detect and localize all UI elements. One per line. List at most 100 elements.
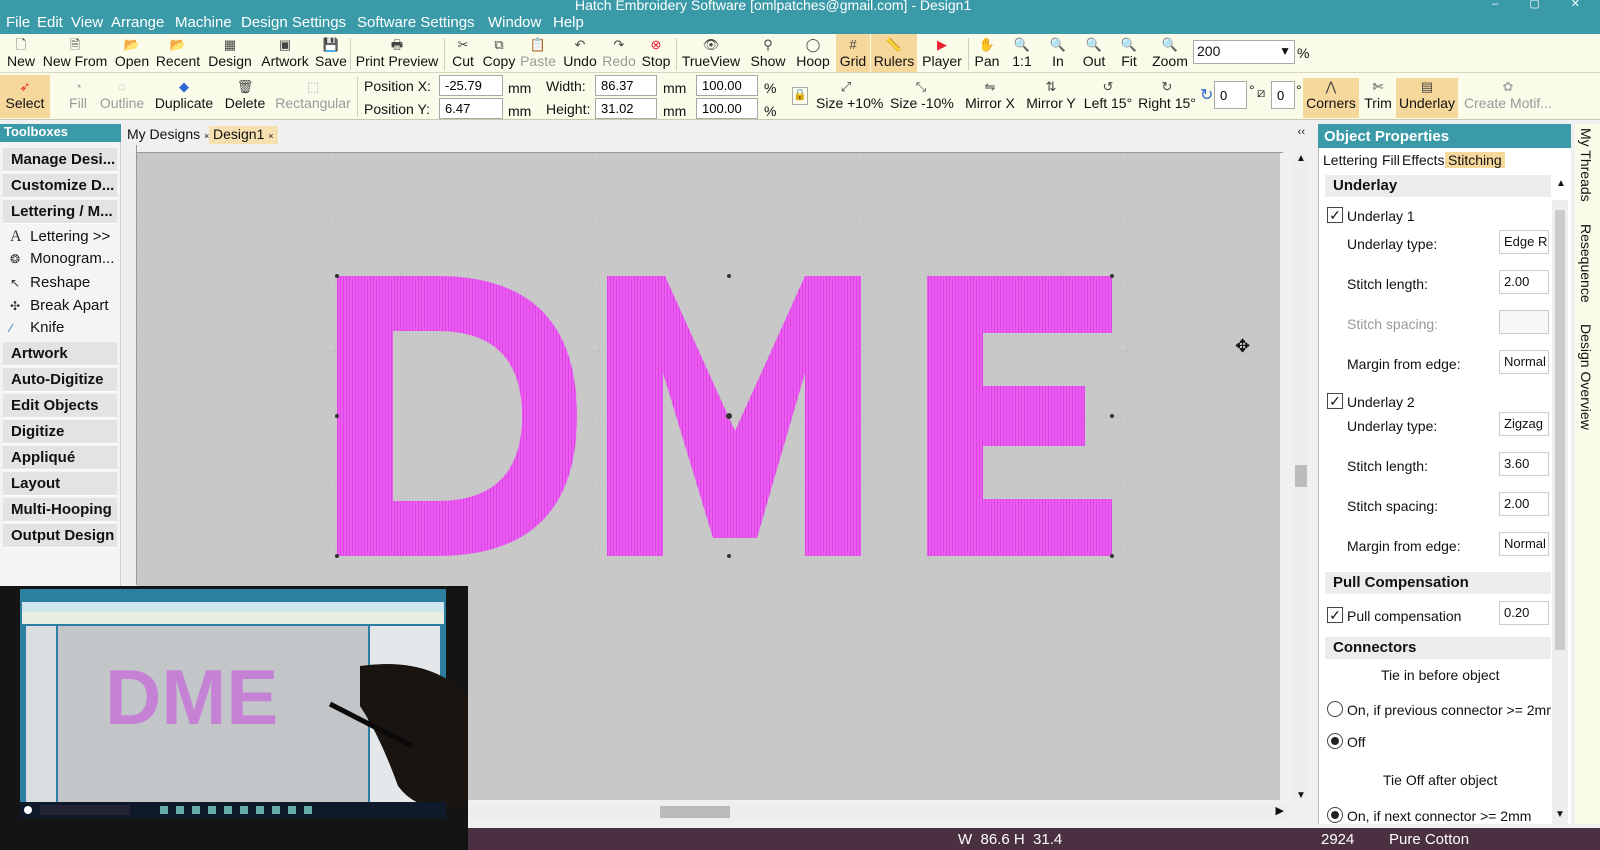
- toolbox-output-design[interactable]: Output Design: [3, 524, 117, 548]
- paste-button[interactable]: 📋 Paste: [519, 36, 557, 69]
- tab-lettering[interactable]: Lettering: [1323, 152, 1377, 168]
- underlay1-margin-select[interactable]: Normal: [1499, 350, 1549, 374]
- tool-knife[interactable]: ∕ Knife: [10, 319, 64, 336]
- tool-monogramming[interactable]: ❂ Monogram...: [10, 250, 114, 267]
- create-motif-button[interactable]: ✿ Create Motif...: [1460, 78, 1556, 111]
- lock-proportions-icon[interactable]: 🔒: [792, 87, 808, 105]
- toolbox-manage-designs[interactable]: Manage Desi...: [3, 148, 117, 172]
- pan-button[interactable]: ✋ Pan: [972, 36, 1002, 69]
- copy-button[interactable]: ⧉ Copy: [481, 36, 517, 69]
- mirror-y-button[interactable]: ⇅ Mirror Y: [1023, 78, 1079, 111]
- outline-button[interactable]: ◌ Outline: [95, 78, 149, 111]
- new-button[interactable]: 🗋 New: [4, 36, 38, 69]
- close-icon[interactable]: ×: [268, 131, 273, 141]
- collapse-icon[interactable]: ▲: [1556, 178, 1566, 189]
- print-preview-button[interactable]: 🖶 Print Preview: [352, 36, 442, 69]
- tab-effects[interactable]: Effects: [1402, 152, 1445, 168]
- position-y-input[interactable]: [439, 98, 503, 119]
- tab-resequence[interactable]: Resequence: [1578, 224, 1594, 303]
- cut-button[interactable]: ✂ Cut: [448, 36, 478, 69]
- scale-height-input[interactable]: [696, 98, 758, 119]
- window-controls[interactable]: – ▢ ✕: [1492, 0, 1594, 10]
- pull-compensation-input[interactable]: 0.20: [1499, 601, 1549, 625]
- toolbox-digitize[interactable]: Digitize: [3, 420, 117, 444]
- rotate-angle-input[interactable]: [1214, 81, 1247, 109]
- tie-in-on-radio[interactable]: [1327, 701, 1343, 717]
- rulers-toggle[interactable]: 📏 Rulers: [871, 34, 917, 72]
- stop-button[interactable]: ⊗ Stop: [639, 36, 673, 69]
- height-input[interactable]: [595, 98, 657, 119]
- grid-toggle[interactable]: # Grid: [836, 34, 870, 72]
- hoop-button[interactable]: ◯ Hoop: [793, 36, 833, 69]
- toolbox-customize-design[interactable]: Customize D...: [3, 174, 117, 198]
- skew-angle-input[interactable]: [1271, 81, 1295, 109]
- tab-design1[interactable]: Design1 ×: [209, 126, 278, 144]
- rectangular-button[interactable]: ⬚ Rectangular: [272, 78, 354, 111]
- pull-compensation-section[interactable]: Pull Compensation: [1325, 572, 1551, 594]
- tie-in-off-radio[interactable]: [1327, 733, 1343, 749]
- properties-scrollbar[interactable]: ▼: [1552, 200, 1568, 824]
- toolbox-lettering-monogramming[interactable]: Lettering / M...: [3, 200, 117, 224]
- fit-button[interactable]: 🔍 Fit: [1116, 36, 1142, 69]
- position-x-input[interactable]: [439, 75, 503, 96]
- toolbox-applique[interactable]: Appliqué: [3, 446, 117, 470]
- mirror-x-button[interactable]: ⇋ Mirror X: [960, 78, 1020, 111]
- scroll-down-icon[interactable]: ▼: [1296, 790, 1306, 801]
- tab-fill[interactable]: Fill: [1382, 152, 1400, 168]
- delete-button[interactable]: 🗑 Delete: [221, 78, 269, 111]
- horizontal-scrollbar[interactable]: ▶: [460, 804, 1290, 820]
- tab-design-overview[interactable]: Design Overview: [1578, 324, 1594, 430]
- underlay2-margin-select[interactable]: Normal: [1499, 532, 1549, 556]
- size-plus-button[interactable]: ⤢ Size +10%: [816, 78, 883, 111]
- tab-my-designs[interactable]: My Designs ×: [123, 126, 213, 144]
- menu-view[interactable]: View: [71, 14, 103, 31]
- menu-edit[interactable]: Edit: [37, 14, 63, 31]
- toolbox-multi-hooping[interactable]: Multi-Hooping: [3, 498, 117, 522]
- select-tool[interactable]: ➶ Select: [0, 75, 50, 118]
- undo-button[interactable]: ↶ Undo: [561, 36, 599, 69]
- tool-reshape[interactable]: ↖ Reshape: [10, 274, 90, 291]
- panel-collapse-icon[interactable]: ‹‹: [1298, 126, 1305, 138]
- embroidery-design[interactable]: ✥: [137, 153, 1280, 581]
- scroll-down-icon[interactable]: ▼: [1555, 809, 1565, 820]
- scroll-up-icon[interactable]: ▲: [1296, 153, 1306, 164]
- save-button[interactable]: 💾 Save: [314, 36, 348, 69]
- tie-off-on-radio[interactable]: [1327, 807, 1343, 823]
- zoom-button[interactable]: 🔍 Zoom: [1148, 36, 1192, 69]
- tool-lettering[interactable]: A Lettering >>: [10, 228, 110, 246]
- trueview-button[interactable]: 👁 TrueView: [680, 36, 742, 69]
- underlay1-stitch-length-input[interactable]: 2.00: [1499, 270, 1549, 294]
- duplicate-button[interactable]: ◆ Duplicate: [152, 78, 216, 111]
- menu-window[interactable]: Window: [488, 14, 541, 31]
- toolbox-auto-digitize[interactable]: Auto-Digitize: [3, 368, 117, 392]
- underlay2-type-select[interactable]: Zigzag: [1499, 412, 1549, 436]
- new-from-button[interactable]: 🗎 New From: [40, 36, 110, 69]
- menu-software-settings[interactable]: Software Settings: [357, 14, 475, 31]
- tab-stitching[interactable]: Stitching: [1445, 152, 1505, 168]
- pull-compensation-checkbox[interactable]: ✓: [1327, 607, 1343, 623]
- artwork-button[interactable]: ▣ Artwork: [257, 36, 313, 69]
- toolbox-artwork[interactable]: Artwork: [3, 342, 117, 366]
- tool-break-apart[interactable]: ✣ Break Apart: [10, 297, 109, 314]
- zoom-in-button[interactable]: 🔍 In: [1044, 36, 1072, 69]
- hscroll-thumb[interactable]: [660, 806, 730, 818]
- corners-toggle[interactable]: ⋀ Corners: [1303, 78, 1359, 118]
- vertical-scrollbar[interactable]: ▲ ▼: [1293, 153, 1309, 801]
- scale-width-input[interactable]: [696, 75, 758, 96]
- connectors-section[interactable]: Connectors: [1325, 637, 1551, 659]
- toolbox-edit-objects[interactable]: Edit Objects: [3, 394, 117, 418]
- rotate-right-15-button[interactable]: ↻ Right 15°: [1138, 78, 1196, 111]
- design-canvas[interactable]: ✥: [137, 153, 1280, 581]
- letter-e[interactable]: [927, 276, 1112, 556]
- rotate-left-15-button[interactable]: ↺ Left 15°: [1081, 78, 1135, 111]
- redo-button[interactable]: ↷ Redo: [601, 36, 637, 69]
- underlay2-stitch-spacing-input[interactable]: 2.00: [1499, 492, 1549, 516]
- toolbox-layout[interactable]: Layout: [3, 472, 117, 496]
- underlay2-checkbox[interactable]: ✓: [1327, 393, 1343, 409]
- underlay1-type-select[interactable]: Edge Run: [1499, 230, 1549, 254]
- menu-file[interactable]: File: [6, 14, 30, 31]
- fill-button[interactable]: ◔ Fill: [64, 78, 92, 111]
- zoom-out-button[interactable]: 🔍 Out: [1077, 36, 1111, 69]
- underlay1-checkbox[interactable]: ✓: [1327, 207, 1343, 223]
- menu-design-settings[interactable]: Design Settings: [241, 14, 346, 31]
